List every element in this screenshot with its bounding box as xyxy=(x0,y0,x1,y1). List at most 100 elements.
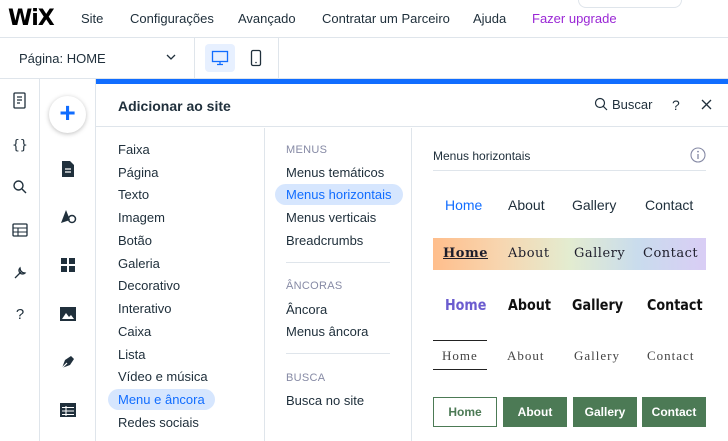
menu-help[interactable]: Ajuda xyxy=(473,11,506,26)
menu-item: Contact xyxy=(642,397,706,427)
section-heading-anchors: ÂNCORAS xyxy=(286,280,343,292)
desktop-icon xyxy=(211,50,229,66)
menu-item: Contact xyxy=(645,197,694,213)
category-item[interactable]: Decorativo xyxy=(108,275,190,296)
page-icon[interactable] xyxy=(58,159,78,179)
menu-item: Home xyxy=(433,397,497,427)
toolbar-divider xyxy=(278,38,279,78)
menu-item: About xyxy=(508,246,550,261)
menu-preset-bold[interactable]: Home About Gallery Contact xyxy=(433,293,706,319)
menu-item: About xyxy=(508,296,551,314)
add-panel: Adicionar ao site Buscar ? Faixa Página … xyxy=(96,84,728,441)
section-divider xyxy=(286,353,390,354)
left-rail-tools: {} ? xyxy=(0,79,40,441)
category-item[interactable]: Galeria xyxy=(108,253,170,274)
info-icon[interactable] xyxy=(690,147,706,163)
menu-item: Home xyxy=(443,246,488,261)
table-icon[interactable] xyxy=(58,400,78,420)
code-icon[interactable]: {} xyxy=(10,134,30,154)
category-item-active[interactable]: Menu e âncora xyxy=(108,389,215,410)
menu-preset-buttons[interactable]: Home About Gallery Contact xyxy=(433,397,706,427)
menu-preset-serif[interactable]: Home About Gallery Contact xyxy=(433,340,706,370)
tools-icon[interactable] xyxy=(10,263,30,283)
plus-icon: + xyxy=(59,97,76,128)
page-selector-label: Página: HOME xyxy=(19,51,106,66)
panel-header: Adicionar ao site Buscar ? xyxy=(96,84,728,127)
menu-hire-partner[interactable]: Contratar um Parceiro xyxy=(322,11,450,26)
mobile-view-button[interactable] xyxy=(241,44,271,72)
preview-title: Menus horizontais xyxy=(433,149,531,163)
menu-item: Gallery xyxy=(572,197,617,213)
menu-upgrade[interactable]: Fazer upgrade xyxy=(532,11,617,26)
preview-area: Menus horizontais Home About Gallery Con… xyxy=(412,128,728,441)
database-icon[interactable] xyxy=(10,220,30,240)
menu-item: About xyxy=(508,197,545,213)
mobile-icon xyxy=(250,49,262,67)
add-elements-button[interactable]: + xyxy=(49,96,86,133)
top-bar: WiX Site Configurações Avançado Contrata… xyxy=(0,0,728,38)
category-item[interactable]: Botão xyxy=(108,230,162,251)
apps-icon[interactable] xyxy=(58,255,78,275)
search-icon[interactable] xyxy=(594,97,608,111)
menu-item: Contact xyxy=(647,348,695,363)
wix-logo[interactable]: WiX xyxy=(8,6,55,31)
menu-item: Contact xyxy=(643,246,699,261)
category-item[interactable]: Página xyxy=(108,162,168,183)
chevron-up-icon: ˆ xyxy=(628,0,632,5)
close-icon[interactable] xyxy=(700,98,713,111)
pages-icon[interactable] xyxy=(10,91,30,111)
preview-divider xyxy=(433,170,706,171)
menu-item: About xyxy=(503,397,567,427)
subcategory-item[interactable]: Breadcrumbs xyxy=(275,230,374,251)
menu-preset-plain[interactable]: Home About Gallery Contact xyxy=(433,194,706,216)
menu-preset-gradient[interactable]: Home About Gallery Contact xyxy=(433,238,706,270)
menu-item: About xyxy=(507,348,545,363)
category-item[interactable]: Interativo xyxy=(108,298,181,319)
category-item[interactable]: Vídeo e música xyxy=(108,366,218,387)
help-icon[interactable]: ? xyxy=(10,306,30,326)
category-item[interactable]: Redes sociais xyxy=(108,412,209,433)
menu-item: Home xyxy=(445,197,483,213)
menu-advanced[interactable]: Avançado xyxy=(238,11,296,26)
subcategory-list: MENUS Menus temáticos Menus horizontais … xyxy=(265,128,412,441)
category-list: Faixa Página Texto Imagem Botão Galeria … xyxy=(96,128,265,441)
menu-item: Contact xyxy=(647,296,703,314)
category-item[interactable]: Texto xyxy=(108,184,159,205)
chevron-down-icon xyxy=(166,54,176,60)
menu-item: Home xyxy=(442,348,478,363)
panel-help-button[interactable]: ? xyxy=(672,97,680,113)
panel-search-button[interactable]: Buscar xyxy=(612,97,652,112)
menu-settings[interactable]: Configurações xyxy=(130,11,214,26)
page-selector[interactable]: Página: HOME xyxy=(0,38,195,78)
collapse-toolbar-tab[interactable]: ˆ xyxy=(578,0,682,8)
category-item[interactable]: Lista xyxy=(108,344,155,365)
active-item-top-line xyxy=(433,340,487,341)
active-item-bottom-line xyxy=(433,369,487,370)
menu-item: Home xyxy=(445,296,487,314)
svg-text:{}: {} xyxy=(12,138,28,153)
menu-item: Gallery xyxy=(574,246,626,261)
category-item[interactable]: Imagem xyxy=(108,207,175,228)
blog-icon[interactable] xyxy=(58,352,78,372)
subcategory-item-active[interactable]: Menus horizontais xyxy=(275,184,403,205)
category-item[interactable]: Caixa xyxy=(108,321,161,342)
subcategory-item[interactable]: Menus verticais xyxy=(275,207,387,228)
subcategory-item[interactable]: Âncora xyxy=(275,299,338,320)
page-bar: Página: HOME xyxy=(0,38,728,79)
menu-item: Gallery xyxy=(572,296,624,314)
category-item[interactable]: Faixa xyxy=(108,139,160,160)
menu-item: Gallery xyxy=(573,397,637,427)
design-icon[interactable] xyxy=(58,206,78,226)
desktop-view-button[interactable] xyxy=(205,44,235,72)
section-divider xyxy=(286,262,390,263)
panel-title: Adicionar ao site xyxy=(118,98,231,114)
subcategory-item[interactable]: Menus âncora xyxy=(275,321,379,342)
menu-item: Gallery xyxy=(574,348,620,363)
section-heading-menus: MENUS xyxy=(286,144,328,156)
search-icon[interactable] xyxy=(10,177,30,197)
left-rail-add: + xyxy=(40,79,96,441)
menu-site[interactable]: Site xyxy=(81,11,103,26)
subcategory-item[interactable]: Menus temáticos xyxy=(275,162,395,183)
media-icon[interactable] xyxy=(58,304,78,324)
subcategory-item[interactable]: Busca no site xyxy=(275,390,375,411)
